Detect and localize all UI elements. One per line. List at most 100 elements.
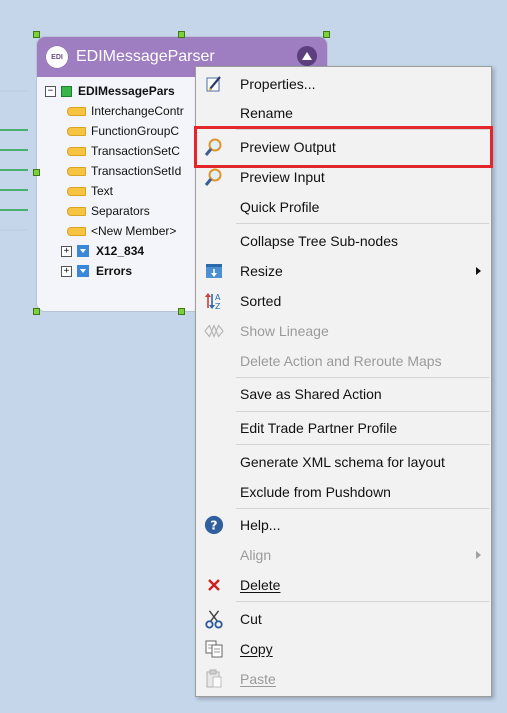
tree-row-field[interactable]: TransactionSetId	[67, 161, 181, 181]
menu-item-show-lineage: Show Lineage	[196, 316, 491, 346]
tree-row-group[interactable]: + X12_834	[61, 241, 144, 261]
connector-line	[0, 129, 28, 131]
scissors-icon	[204, 609, 224, 629]
menu-separator	[236, 223, 489, 224]
svg-text:A: A	[215, 293, 221, 302]
tree-row-field[interactable]: TransactionSetC	[67, 141, 180, 161]
magnifier-icon	[204, 167, 224, 187]
menu-item-label: Sorted	[240, 293, 282, 309]
menu-item-label: Help...	[240, 517, 281, 533]
menu-separator	[236, 508, 489, 509]
tree-label: TransactionSetId	[91, 164, 182, 178]
menu-item-copy[interactable]: Copy	[196, 634, 491, 664]
field-icon	[67, 106, 86, 116]
menu-item-resize[interactable]: Resize	[196, 256, 491, 286]
tree-row-field[interactable]: <New Member>	[67, 221, 176, 241]
menu-item-quick-profile[interactable]: Quick Profile	[196, 192, 491, 222]
menu-item-label: Cut	[240, 611, 262, 627]
menu-item-edit-trade-partner[interactable]: Edit Trade Partner Profile	[196, 413, 491, 443]
collapse-icon[interactable]: −	[45, 85, 56, 97]
resize-handle[interactable]	[323, 31, 330, 38]
help-icon: ?	[204, 515, 224, 535]
tree-row-field[interactable]: Separators	[67, 201, 150, 221]
menu-item-label: Resize	[240, 263, 283, 279]
resize-handle[interactable]	[33, 308, 40, 315]
menu-item-delete-action-reroute: Delete Action and Reroute Maps	[196, 346, 491, 376]
expand-icon[interactable]: +	[61, 265, 72, 277]
menu-item-label: Rename	[240, 105, 293, 121]
group-icon	[77, 245, 89, 257]
expand-icon[interactable]: +	[61, 245, 72, 257]
tree-row-field[interactable]: Text	[67, 181, 113, 201]
edi-logo-icon: EDI	[45, 45, 69, 69]
svg-text:?: ?	[210, 518, 217, 533]
submenu-arrow-icon	[476, 267, 481, 275]
menu-item-rename[interactable]: Rename	[196, 98, 491, 128]
tree-label: Separators	[91, 204, 150, 218]
menu-separator	[236, 601, 489, 602]
menu-item-label: Generate XML schema for layout	[240, 454, 445, 470]
resize-handle[interactable]	[33, 169, 40, 176]
group-icon	[77, 265, 89, 277]
tree-label: Text	[91, 184, 114, 198]
resize-icon	[204, 261, 224, 281]
triangle-up-icon	[302, 52, 312, 60]
tree-label: Errors	[96, 264, 133, 278]
lineage-icon	[204, 321, 224, 341]
menu-item-label: Collapse Tree Sub-nodes	[240, 233, 398, 249]
resize-handle[interactable]	[178, 308, 185, 315]
field-icon	[67, 166, 86, 176]
resize-handle[interactable]	[33, 31, 40, 38]
connector-line	[0, 149, 28, 151]
svg-text:Z: Z	[215, 302, 221, 311]
field-icon	[67, 126, 86, 136]
copy-icon	[204, 639, 224, 659]
menu-item-label: Properties...	[240, 76, 316, 92]
collapse-node-button[interactable]	[297, 46, 317, 66]
menu-item-generate-xml-schema[interactable]: Generate XML schema for layout	[196, 447, 491, 477]
connector-line	[0, 229, 28, 231]
tree-row-field[interactable]: InterchangeContr	[67, 101, 184, 121]
menu-separator	[236, 411, 489, 412]
menu-item-exclude-pushdown[interactable]: Exclude from Pushdown	[196, 477, 491, 507]
menu-item-label: Delete	[240, 577, 281, 593]
menu-item-label: Quick Profile	[240, 199, 320, 215]
menu-item-help[interactable]: ? Help...	[196, 510, 491, 540]
menu-item-paste: Paste	[196, 664, 491, 694]
menu-item-label: Delete Action and Reroute Maps	[240, 353, 442, 369]
highlight-box	[194, 126, 493, 168]
tree-label: TransactionSetC	[91, 144, 180, 158]
field-icon	[67, 206, 86, 216]
menu-item-label: Paste	[240, 671, 276, 687]
menu-item-label: Exclude from Pushdown	[240, 484, 391, 500]
menu-item-label: Copy	[240, 641, 273, 657]
tree-row-group[interactable]: + Errors	[61, 261, 132, 281]
resize-handle[interactable]	[178, 31, 185, 38]
menu-item-collapse-tree[interactable]: Collapse Tree Sub-nodes	[196, 226, 491, 256]
menu-item-cut[interactable]: Cut	[196, 604, 491, 634]
menu-item-properties[interactable]: Properties...	[196, 69, 491, 99]
menu-item-label: Save as Shared Action	[240, 386, 382, 402]
tree-row-root[interactable]: − EDIMessagePars	[45, 81, 175, 101]
menu-item-label: Align	[240, 547, 272, 563]
submenu-arrow-icon	[476, 551, 481, 559]
field-icon	[67, 226, 86, 236]
sort-icon: AZ	[204, 291, 224, 311]
tree-row-field[interactable]: FunctionGroupC	[67, 121, 179, 141]
tree-label: X12_834	[96, 244, 145, 258]
menu-item-align: Align	[196, 540, 491, 570]
menu-item-delete[interactable]: Delete	[196, 570, 491, 600]
node-title: EDIMessageParser	[76, 48, 215, 65]
connector-line	[0, 209, 28, 211]
menu-item-label: Edit Trade Partner Profile	[240, 420, 398, 436]
record-icon	[61, 85, 72, 97]
field-icon	[67, 186, 86, 196]
tree-label: FunctionGroupC	[91, 124, 180, 138]
menu-item-save-shared-action[interactable]: Save as Shared Action	[196, 379, 491, 409]
menu-separator	[236, 444, 489, 445]
tree-label: EDIMessagePars	[78, 84, 175, 98]
menu-item-sorted[interactable]: AZ Sorted	[196, 286, 491, 316]
menu-separator	[236, 377, 489, 378]
menu-item-label: Preview Input	[240, 169, 325, 185]
delete-icon	[204, 575, 224, 595]
